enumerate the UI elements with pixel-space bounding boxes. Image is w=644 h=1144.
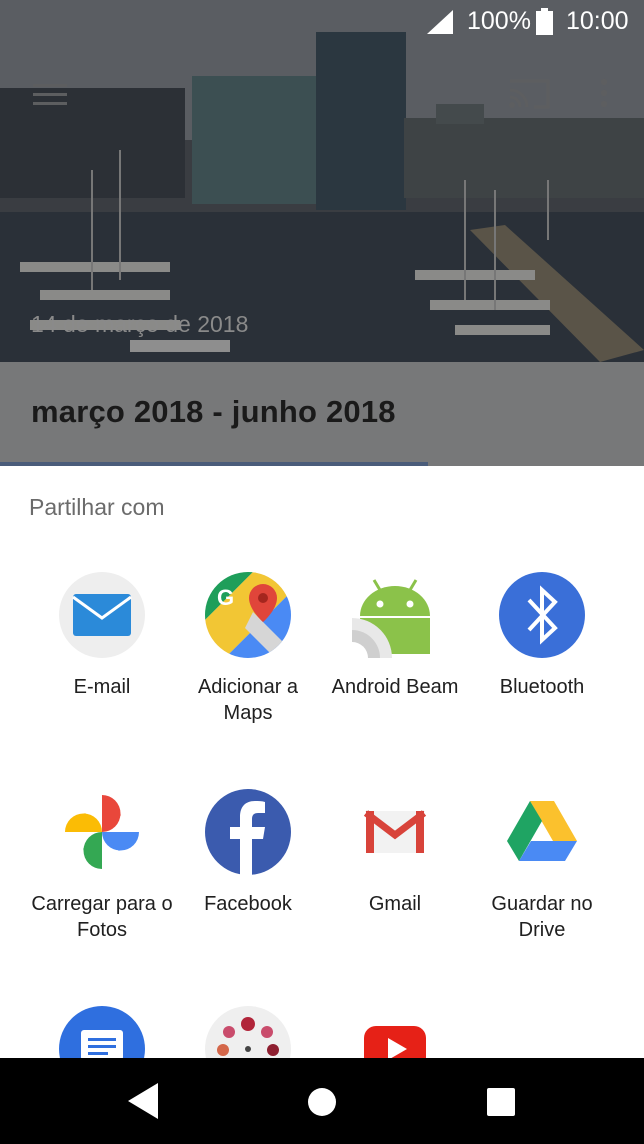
share-target-messages[interactable] [22,1006,182,1058]
share-target-email[interactable]: E-mail [22,572,182,742]
menu-icon[interactable] [33,84,67,106]
google-maps-icon: G [205,572,291,658]
signal-icon [427,10,453,34]
gmail-icon [363,810,427,853]
share-target-google-drive[interactable]: Guardar no Drive [462,789,622,959]
facebook-icon [205,789,291,875]
google-drive-icon [507,801,577,861]
harbor-photo [0,0,644,362]
navigation-bar [0,1058,644,1144]
cast-icon[interactable] [508,78,550,110]
bluetooth-icon [499,572,585,658]
share-target-bluetooth[interactable]: Bluetooth [462,572,622,742]
clock: 10:00 [566,7,629,35]
share-target-maps[interactable]: G Adicionar a Maps [168,572,328,742]
share-target-android-beam[interactable]: Android Beam [315,572,475,742]
battery-icon [536,8,553,35]
home-icon[interactable] [307,1087,337,1117]
status-bar: 100% 10:00 [0,0,644,44]
share-target-google-photos[interactable]: Carregar para o Fotos [22,789,182,959]
share-target-youtube[interactable] [315,1006,475,1058]
background-screen: 14 de março de 2018 março 2018 - junho 2… [0,0,644,466]
back-icon[interactable] [128,1083,160,1119]
share-target-label: Gmail [368,893,422,915]
photo-date: 14 de março de 2018 [31,311,249,337]
share-target-label: E-mail [73,676,131,698]
google-photos-icon [65,795,139,869]
recents-icon[interactable] [487,1088,515,1116]
battery-percent: 100% [467,7,531,35]
album-title: março 2018 - junho 2018 [31,394,396,429]
share-target-flower-app[interactable] [168,1006,328,1058]
flower-app-icon [205,1006,291,1058]
svg-text:G: G [217,585,234,610]
share-target-label: Carregar para o Fotos [31,893,173,941]
share-target-label: Bluetooth [499,676,585,698]
more-options-icon[interactable] [600,78,608,108]
share-sheet: Partilhar com E-mail G Adicionar a Maps [0,466,644,1058]
share-target-facebook[interactable]: Facebook [168,789,328,959]
share-target-label: Facebook [204,893,292,915]
share-target-gmail[interactable]: Gmail [315,789,475,959]
email-icon [59,572,145,658]
youtube-icon [364,1026,426,1058]
share-sheet-title: Partilhar com [29,494,165,520]
share-target-label: Guardar no Drive [491,893,593,941]
messages-icon [59,1006,145,1058]
share-target-label: Adicionar a Maps [197,676,299,724]
share-target-label: Android Beam [331,676,459,698]
android-beam-icon [352,579,430,658]
